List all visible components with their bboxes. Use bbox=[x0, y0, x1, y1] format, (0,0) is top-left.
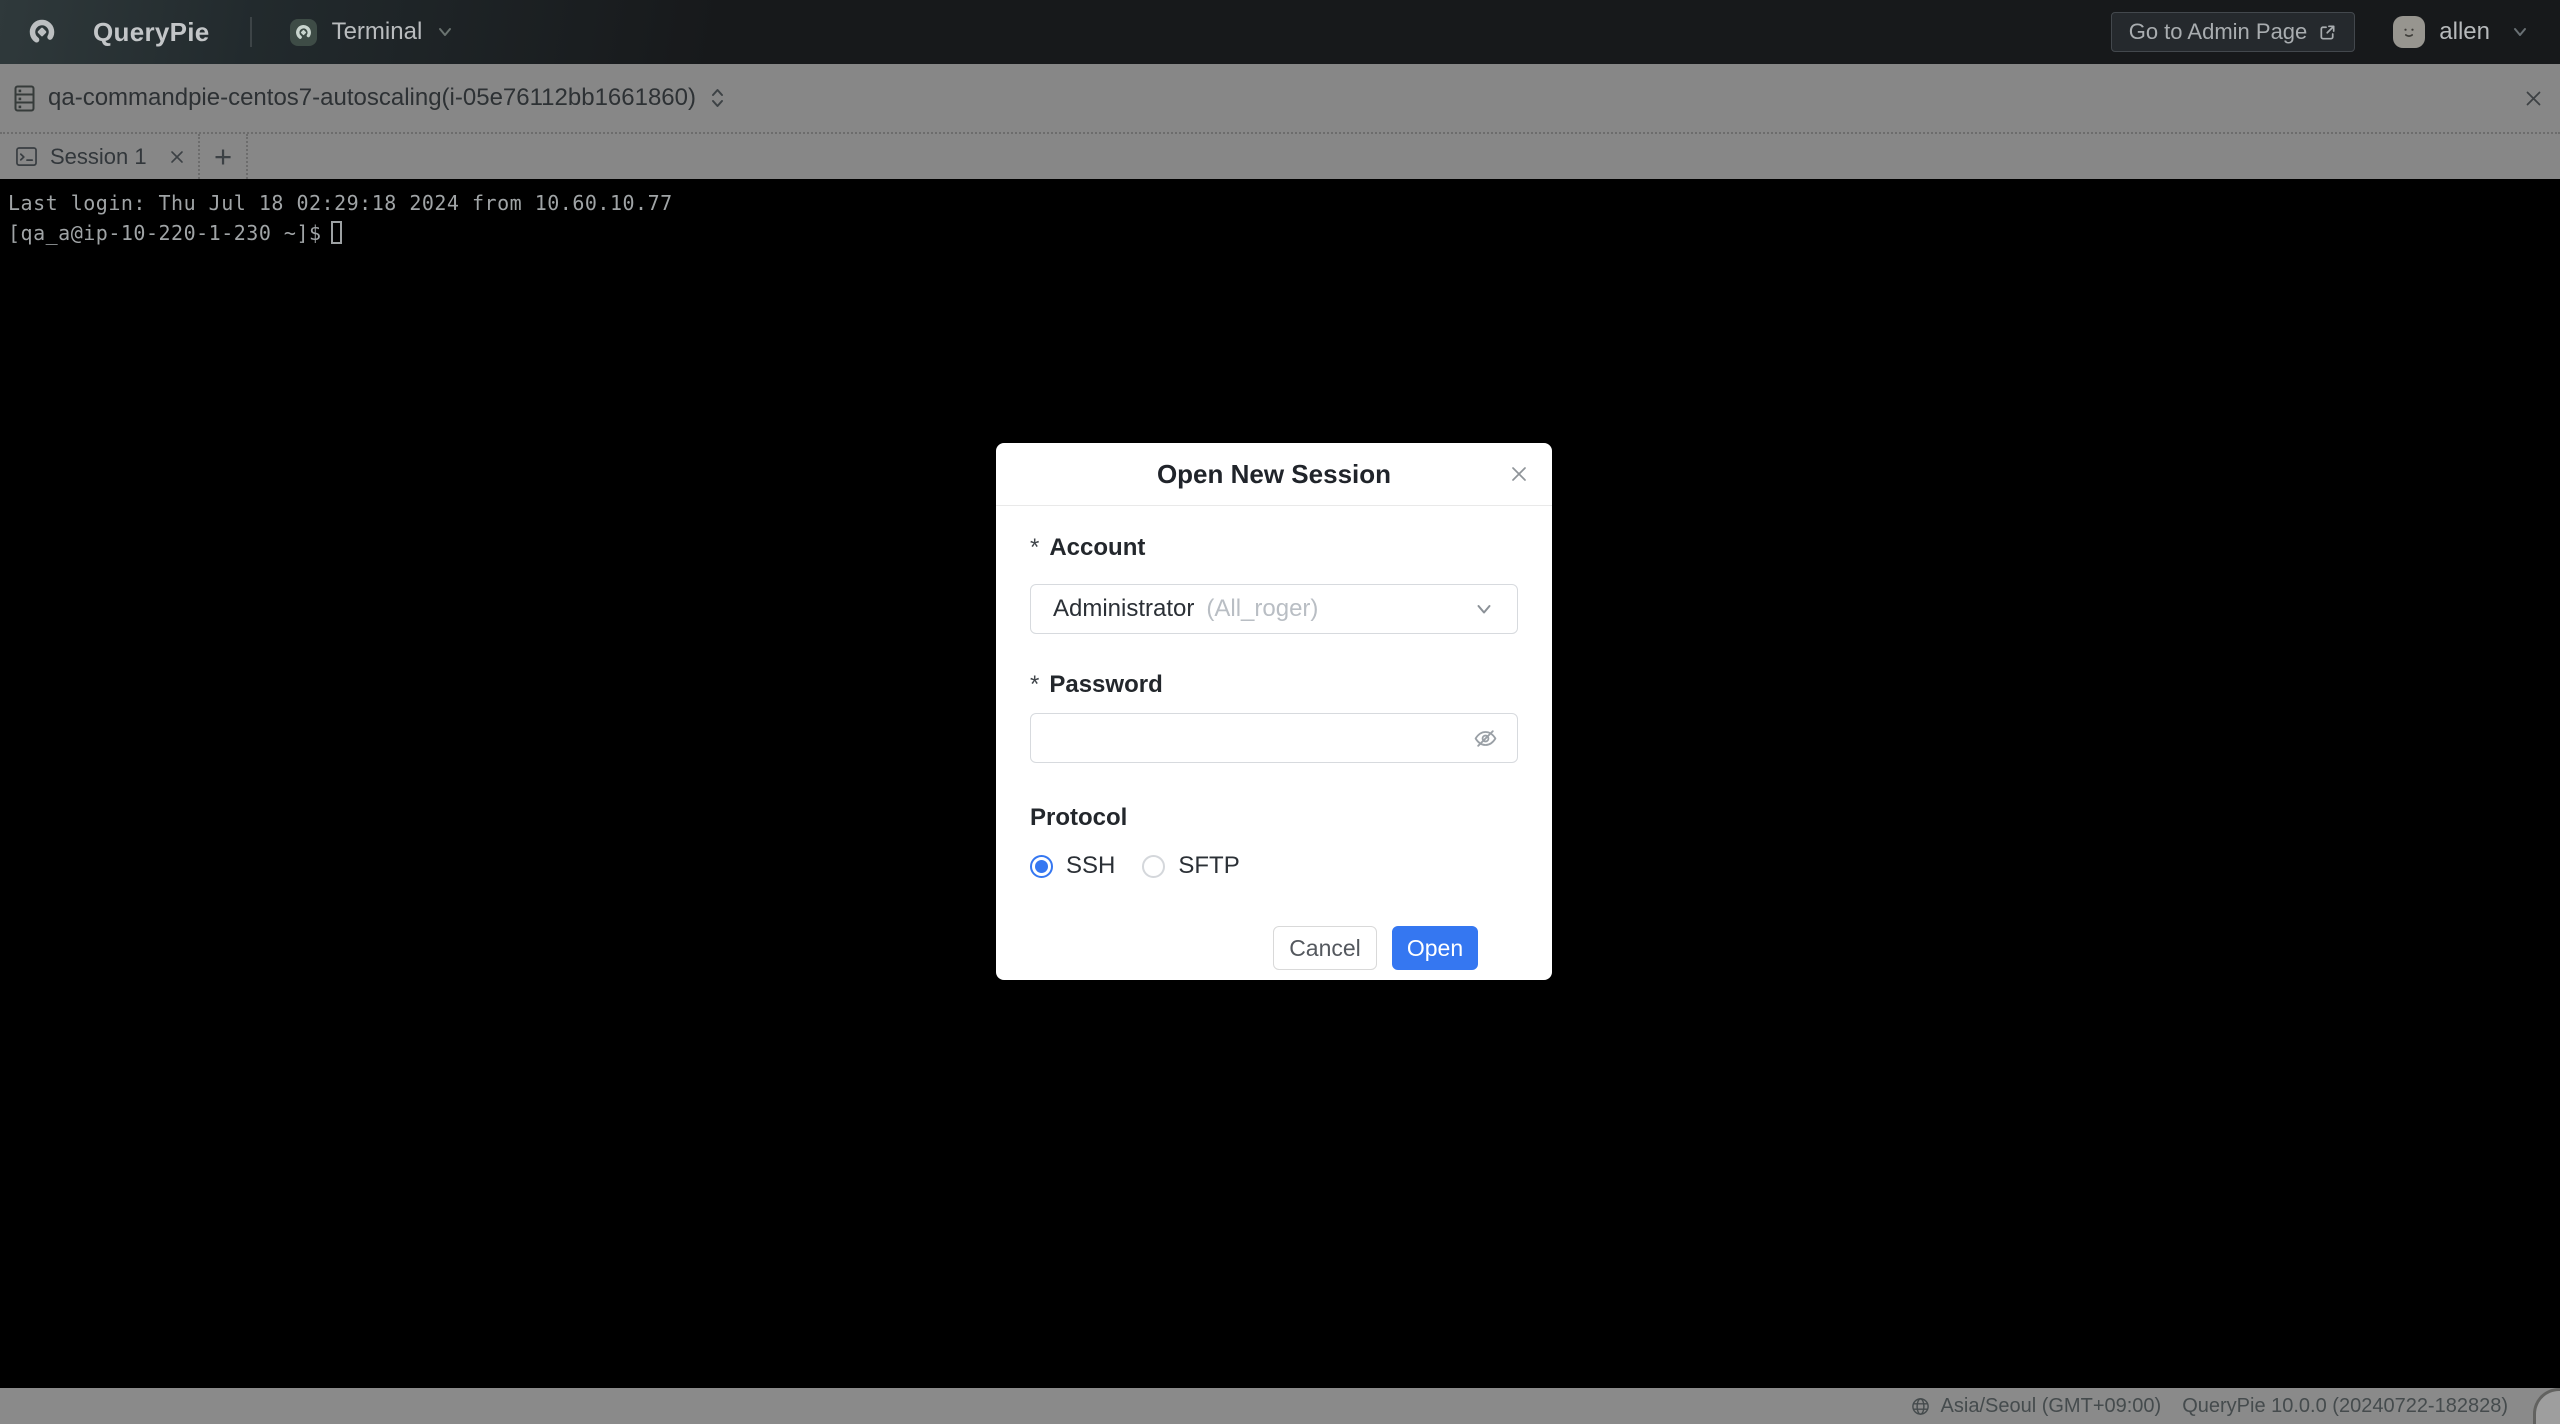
version-label: QueryPie 10.0.0 (20240722-182828) bbox=[2182, 1395, 2508, 1418]
external-link-icon bbox=[2318, 23, 2337, 42]
radio-ssh-circle bbox=[1030, 855, 1053, 878]
radio-sftp[interactable]: SFTP bbox=[1142, 852, 1239, 880]
tab-label: Session 1 bbox=[50, 144, 147, 170]
app-window: QueryPie Terminal Go to Admin Page bbox=[0, 0, 2560, 1424]
topbar-right-section: Go to Admin Page allen bbox=[2111, 12, 2560, 52]
protocol-field-label: Protocol bbox=[1030, 804, 1518, 832]
user-avatar[interactable] bbox=[2393, 16, 2425, 48]
open-button[interactable]: Open bbox=[1392, 926, 1478, 970]
globe-icon bbox=[1911, 1397, 1930, 1416]
account-select[interactable]: Administrator (All_roger) bbox=[1030, 584, 1518, 634]
username-label: allen bbox=[2439, 18, 2490, 46]
password-field-label: * Password bbox=[1030, 671, 1518, 699]
go-to-admin-page-button[interactable]: Go to Admin Page bbox=[2111, 12, 2356, 52]
top-navigation-bar: QueryPie Terminal Go to Admin Page bbox=[0, 0, 2560, 64]
cancel-button[interactable]: Cancel bbox=[1273, 926, 1377, 970]
modal-header: Open New Session bbox=[996, 443, 1552, 506]
password-visibility-toggle-icon[interactable] bbox=[1472, 725, 1499, 752]
terminal-cursor bbox=[331, 221, 342, 244]
admin-button-label: Go to Admin Page bbox=[2129, 19, 2308, 45]
account-selected-hint: (All_roger) bbox=[1206, 595, 1318, 623]
required-mark: * bbox=[1030, 671, 1039, 699]
select-chevron-down-icon bbox=[1473, 598, 1495, 620]
terminal-window-icon bbox=[16, 147, 37, 166]
radio-sftp-label: SFTP bbox=[1178, 852, 1239, 880]
account-selected-value: Administrator bbox=[1053, 595, 1194, 623]
radio-ssh-label: SSH bbox=[1066, 852, 1115, 880]
password-input-wrapper bbox=[1030, 713, 1518, 763]
required-mark: * bbox=[1030, 534, 1039, 562]
account-label-text: Account bbox=[1049, 534, 1145, 562]
modal-close-icon[interactable] bbox=[1509, 464, 1529, 484]
user-menu-chevron-icon[interactable] bbox=[2510, 22, 2530, 42]
terminal-line: Last login: Thu Jul 18 02:29:18 2024 fro… bbox=[8, 188, 2550, 218]
radio-ssh[interactable]: SSH bbox=[1030, 852, 1115, 880]
protocol-radio-group: SSH SFTP bbox=[1030, 852, 1518, 880]
timezone-group: Asia/Seoul (GMT+09:00) bbox=[1911, 1395, 2162, 1418]
session-tab-bar: Session 1 + bbox=[0, 134, 2560, 179]
terminal-app-icon bbox=[290, 19, 317, 46]
open-new-session-modal: Open New Session * Account Administrator… bbox=[996, 443, 1552, 980]
brand-name: QueryPie bbox=[93, 17, 210, 48]
account-field-label: * Account bbox=[1030, 534, 1518, 562]
new-session-tab-button[interactable]: + bbox=[200, 134, 248, 179]
server-icon bbox=[14, 85, 35, 112]
terminal-prompt-line: [qa_a@ip-10-220-1-230 ~]$ bbox=[8, 218, 2550, 248]
server-name-label: qa-commandpie-centos7-autoscaling(i-05e7… bbox=[48, 84, 696, 112]
modal-body: * Account Administrator (All_roger) * Pa… bbox=[996, 506, 1552, 970]
app-switcher-dropdown[interactable]: Terminal bbox=[252, 18, 456, 46]
querypie-logo-icon bbox=[28, 18, 56, 46]
server-select-caret-icon bbox=[709, 86, 726, 110]
modal-title: Open New Session bbox=[1157, 459, 1391, 490]
chevron-down-icon bbox=[435, 22, 455, 42]
server-selector-bar[interactable]: qa-commandpie-centos7-autoscaling(i-05e7… bbox=[0, 64, 2560, 134]
password-input[interactable] bbox=[1049, 724, 1472, 752]
password-label-text: Password bbox=[1049, 671, 1162, 699]
terminal-prompt: [qa_a@ip-10-220-1-230 ~]$ bbox=[8, 221, 322, 245]
timezone-label: Asia/Seoul (GMT+09:00) bbox=[1941, 1395, 2162, 1418]
radio-sftp-circle bbox=[1142, 855, 1165, 878]
tab-close-icon[interactable] bbox=[169, 149, 185, 165]
status-bar: Asia/Seoul (GMT+09:00) QueryPie 10.0.0 (… bbox=[0, 1388, 2560, 1424]
modal-footer: Cancel Open bbox=[1030, 926, 1518, 970]
tab-session-1[interactable]: Session 1 bbox=[0, 134, 200, 179]
app-name-label: Terminal bbox=[332, 18, 423, 46]
close-connection-icon[interactable] bbox=[2523, 88, 2544, 109]
protocol-label-text: Protocol bbox=[1030, 804, 1127, 832]
